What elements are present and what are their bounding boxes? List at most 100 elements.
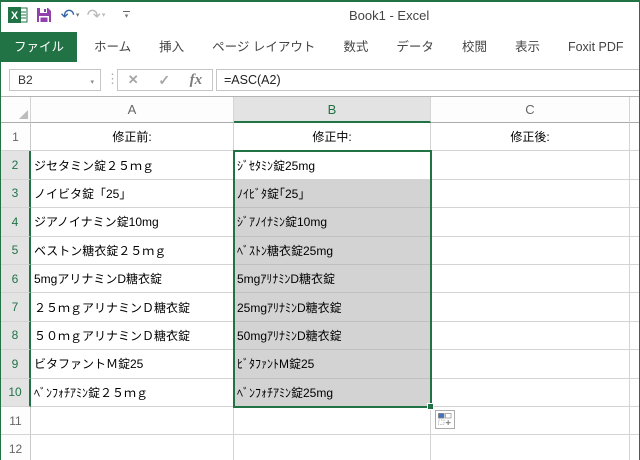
save-icon[interactable] xyxy=(33,4,55,26)
cell-b11[interactable] xyxy=(234,407,431,435)
cell-d8[interactable] xyxy=(630,322,639,350)
cell-a1[interactable]: 修正前: xyxy=(31,123,234,151)
cell-c10[interactable] xyxy=(431,379,630,407)
tab-formulas[interactable]: 数式 xyxy=(329,32,382,62)
undo-button[interactable]: ↶ ▾ xyxy=(59,4,81,26)
row-header-7[interactable]: 7 xyxy=(1,293,31,321)
cell-b3[interactable]: ﾉｲﾋﾞﾀ錠｢25｣ xyxy=(234,180,431,208)
cell-a7[interactable]: ２５ｍｇアリナミンＤ糖衣錠 xyxy=(31,293,234,321)
column-header-d-sliver[interactable] xyxy=(630,97,639,123)
sheet-row-8: 8 ５０ｍｇアリナミンＤ糖衣錠 50mgｱﾘﾅﾐﾝD糖衣錠 xyxy=(1,322,639,350)
cell-b9[interactable]: ﾋﾞﾀﾌｧﾝﾄM錠25 xyxy=(234,350,431,378)
cell-a12[interactable] xyxy=(31,435,234,460)
row-header-4[interactable]: 4 xyxy=(1,208,31,236)
cell-d7[interactable] xyxy=(630,293,639,321)
cell-a9[interactable]: ビタファントＭ錠25 xyxy=(31,350,234,378)
cell-a2[interactable]: ジセタミン錠２５ｍｇ xyxy=(31,151,234,179)
cell-d5[interactable] xyxy=(630,237,639,265)
cell-d2[interactable] xyxy=(630,151,639,179)
sheet-row-1: 1 修正前: 修正中: 修正後: xyxy=(1,123,639,151)
cell-d12[interactable] xyxy=(630,435,639,460)
column-header-b[interactable]: B xyxy=(234,97,431,123)
column-header-c[interactable]: C xyxy=(431,97,630,123)
tab-file[interactable]: ファイル xyxy=(1,32,77,62)
cell-b4[interactable]: ｼﾞｱﾉｲﾅﾐﾝ錠10mg xyxy=(234,208,431,236)
enter-icon[interactable]: ✓ xyxy=(158,72,170,89)
cell-c3[interactable] xyxy=(431,180,630,208)
cell-d4[interactable] xyxy=(630,208,639,236)
cell-b2-active[interactable]: ｼﾞｾﾀﾐﾝ錠25mg xyxy=(234,151,431,179)
row-header-3[interactable]: 3 xyxy=(1,180,31,208)
title-bar: X ↶ ▾ ↷ ▾ ▾ xyxy=(1,2,639,28)
cell-c9[interactable] xyxy=(431,350,630,378)
cell-c2[interactable] xyxy=(431,151,630,179)
tab-foxit-pdf[interactable]: Foxit PDF xyxy=(554,32,638,62)
tab-insert[interactable]: 挿入 xyxy=(145,32,198,62)
worksheet-grid: A B C 1 修正前: 修正中: 修正後: 2 ジセタミン錠２５ｍｇ ｼﾞｾﾀ… xyxy=(1,97,639,460)
cell-c1[interactable]: 修正後: xyxy=(431,123,630,151)
row-header-6[interactable]: 6 xyxy=(1,265,31,293)
fill-handle[interactable] xyxy=(427,403,434,410)
row-header-12[interactable]: 12 xyxy=(1,435,31,460)
row-header-9[interactable]: 9 xyxy=(1,350,31,378)
row-header-2[interactable]: 2 xyxy=(1,151,31,179)
formula-input[interactable]: =ASC(A2) xyxy=(216,69,640,91)
tab-page-layout[interactable]: ページ レイアウト xyxy=(198,32,329,62)
qat-more-caret-icon: ▾ xyxy=(125,14,129,19)
autofill-options-button[interactable] xyxy=(435,410,455,429)
cell-b10[interactable]: ﾍﾞﾝﾌｫﾁｱﾐﾝ錠25mg xyxy=(234,379,431,407)
customize-qat-button[interactable]: ▾ xyxy=(115,4,137,26)
cell-d9[interactable] xyxy=(630,350,639,378)
tab-view[interactable]: 表示 xyxy=(501,32,554,62)
cell-d1[interactable] xyxy=(630,123,639,151)
cell-a6[interactable]: 5mgアリナミンD糖衣錠 xyxy=(31,265,234,293)
cell-a8[interactable]: ５０ｍｇアリナミンＤ糖衣錠 xyxy=(31,322,234,350)
row-header-11[interactable]: 11 xyxy=(1,407,31,435)
cell-c8[interactable] xyxy=(431,322,630,350)
cell-b6[interactable]: 5mgｱﾘﾅﾐﾝD糖衣錠 xyxy=(234,265,431,293)
cancel-icon[interactable]: ✕ xyxy=(128,72,139,88)
sheet-row-6: 6 5mgアリナミンD糖衣錠 5mgｱﾘﾅﾐﾝD糖衣錠 xyxy=(1,265,639,293)
undo-dropdown-caret[interactable]: ▾ xyxy=(76,11,80,19)
name-box[interactable]: B2 ▾ xyxy=(9,69,101,91)
sheet-row-10: 10 ﾍﾞﾝﾌｫﾁｱﾐﾝ錠２５ｍｇ ﾍﾞﾝﾌｫﾁｱﾐﾝ錠25mg xyxy=(1,379,639,407)
cell-c7[interactable] xyxy=(431,293,630,321)
cell-c11[interactable] xyxy=(431,407,630,435)
select-all-corner[interactable] xyxy=(1,97,31,123)
redo-button[interactable]: ↷ ▾ xyxy=(85,4,107,26)
cell-c12[interactable] xyxy=(431,435,630,460)
cell-b8[interactable]: 50mgｱﾘﾅﾐﾝD糖衣錠 xyxy=(234,322,431,350)
quick-access-toolbar: X ↶ ▾ ↷ ▾ ▾ xyxy=(7,4,137,26)
name-box-caret-icon[interactable]: ▾ xyxy=(90,78,94,86)
row-header-1[interactable]: 1 xyxy=(1,123,31,151)
cell-a4[interactable]: ジアノイナミン錠10mg xyxy=(31,208,234,236)
cell-b7[interactable]: 25mgｱﾘﾅﾐﾝD糖衣錠 xyxy=(234,293,431,321)
cell-c5[interactable] xyxy=(431,237,630,265)
cell-a10[interactable]: ﾍﾞﾝﾌｫﾁｱﾐﾝ錠２５ｍｇ xyxy=(31,379,234,407)
insert-function-icon[interactable]: fx xyxy=(190,72,203,89)
tab-review[interactable]: 校閲 xyxy=(448,32,501,62)
cell-a3[interactable]: ノイビタ錠「25」 xyxy=(31,180,234,208)
cell-c4[interactable] xyxy=(431,208,630,236)
cell-d10[interactable] xyxy=(630,379,639,407)
cell-b5[interactable]: ﾍﾞｽﾄﾝ糖衣錠25mg xyxy=(234,237,431,265)
cell-b1[interactable]: 修正中: xyxy=(234,123,431,151)
sheet-row-3: 3 ノイビタ錠「25」 ﾉｲﾋﾞﾀ錠｢25｣ xyxy=(1,180,639,208)
row-header-5[interactable]: 5 xyxy=(1,237,31,265)
cell-b12[interactable] xyxy=(234,435,431,460)
cell-a11[interactable] xyxy=(31,407,234,435)
column-header-a[interactable]: A xyxy=(31,97,234,123)
excel-app-icon[interactable]: X xyxy=(7,4,29,26)
cell-d11[interactable] xyxy=(630,407,639,435)
formula-bar: B2 ▾ ⋮ ✕ ✓ fx =ASC(A2) xyxy=(1,62,639,97)
sheet-row-7: 7 ２５ｍｇアリナミンＤ糖衣錠 25mgｱﾘﾅﾐﾝD糖衣錠 xyxy=(1,293,639,321)
tab-data[interactable]: データ xyxy=(382,32,448,62)
row-header-8[interactable]: 8 xyxy=(1,322,31,350)
row-header-10[interactable]: 10 xyxy=(1,379,31,407)
tab-home[interactable]: ホーム xyxy=(80,32,145,62)
cell-a5[interactable]: ベストン糖衣錠２５ｍｇ xyxy=(31,237,234,265)
undo-icon: ↶ xyxy=(61,7,75,24)
cell-d6[interactable] xyxy=(630,265,639,293)
cell-c6[interactable] xyxy=(431,265,630,293)
cell-d3[interactable] xyxy=(630,180,639,208)
